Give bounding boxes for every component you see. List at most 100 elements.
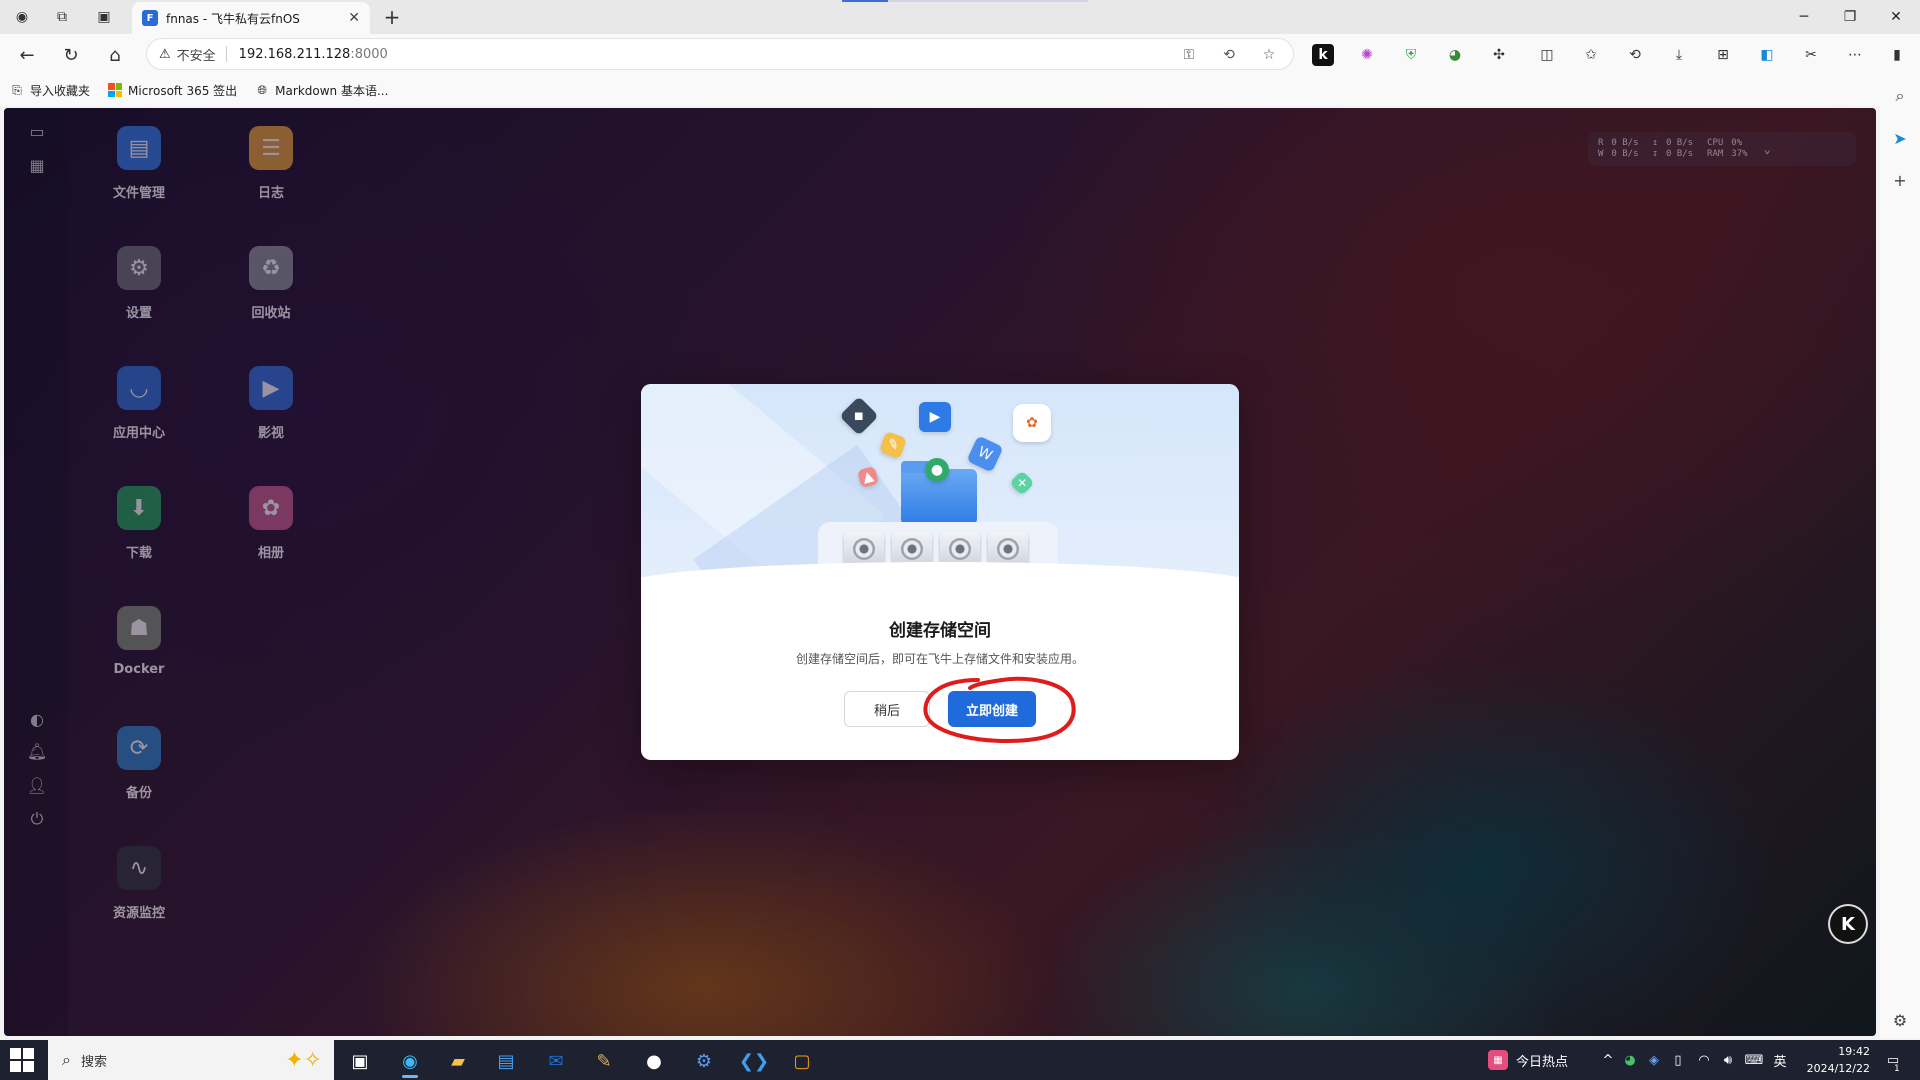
- bookmark-import[interactable]: ⎘ 导入收藏夹: [10, 82, 90, 99]
- tray-shield-icon[interactable]: ◈: [1644, 1050, 1664, 1070]
- split-screen-icon[interactable]: ◫: [1536, 44, 1558, 66]
- microsoft-store-icon[interactable]: ▤: [486, 1044, 526, 1078]
- github-icon[interactable]: ●: [634, 1044, 674, 1078]
- taskbar-search-box[interactable]: ⌕ 搜索 ✦✧: [48, 1040, 334, 1080]
- disk-labels: R W: [1598, 138, 1603, 160]
- system-monitor-widget[interactable]: R W 0 B/s 0 B/s ↥ ↧ 0 B/s 0 B/s CPU RAM …: [1588, 132, 1856, 166]
- apps-icon[interactable]: ⊞: [1712, 44, 1734, 66]
- tray-usb-icon[interactable]: ▯: [1668, 1050, 1688, 1070]
- vmware-icon[interactable]: ▢: [782, 1044, 822, 1078]
- chevron-down-icon[interactable]: ⌄: [1764, 142, 1771, 156]
- power-icon[interactable]: ⏻: [24, 806, 50, 832]
- tray-app-icon[interactable]: ◕: [1620, 1050, 1640, 1070]
- app-download[interactable]: ⬇ 下载: [84, 486, 194, 561]
- refresh-button[interactable]: ↻: [58, 42, 84, 68]
- profile-avatar-icon[interactable]: ◉: [10, 5, 34, 29]
- read-label: R: [1598, 138, 1604, 148]
- history-icon[interactable]: ⟲: [1624, 44, 1646, 66]
- app-docker[interactable]: ☗ Docker: [84, 606, 194, 677]
- tab-fnnas[interactable]: F fnnas - 飞牛私有云fnOS ✕: [132, 2, 370, 34]
- app-recycle-bin[interactable]: ♻ 回收站: [216, 246, 326, 321]
- system-clock[interactable]: 19:42 2024/12/22: [1790, 1043, 1870, 1077]
- sidebar-toggle-icon[interactable]: ▮: [1886, 44, 1908, 66]
- bell-icon[interactable]: 🔔︎: [24, 738, 50, 764]
- bookmark-microsoft365[interactable]: Microsoft 365 签出: [108, 82, 237, 99]
- restore-button[interactable]: ❐: [1832, 4, 1868, 30]
- net-rates: 0 B/s 0 B/s: [1666, 138, 1693, 160]
- loading-bar: [842, 0, 1088, 2]
- search-placeholder: 搜索: [80, 1054, 107, 1070]
- net-arrows: ↥ ↧: [1653, 138, 1658, 160]
- password-key-icon[interactable]: ⚿: [1179, 45, 1199, 65]
- screenshot-icon[interactable]: ✂: [1800, 44, 1822, 66]
- sparkle-icon: ✦✧: [285, 1047, 322, 1073]
- later-button[interactable]: 稍后: [844, 691, 930, 727]
- vscode-icon[interactable]: ❮❯: [734, 1044, 774, 1078]
- k-extension-icon[interactable]: k: [1312, 44, 1334, 66]
- tab-title: fnnas - 飞牛私有云fnOS: [166, 11, 300, 26]
- file-explorer-icon[interactable]: ▰: [438, 1044, 478, 1078]
- sidebar-add-icon[interactable]: +: [1888, 168, 1912, 192]
- windows-start-icon[interactable]: [10, 1048, 34, 1072]
- address-divider: [225, 46, 227, 62]
- globe-extension-icon[interactable]: ◕: [1444, 44, 1466, 66]
- copilot-extension-icon[interactable]: ✺: [1356, 44, 1378, 66]
- app-settings[interactable]: ⚙ 设置: [84, 246, 194, 321]
- favorite-star-icon[interactable]: ☆: [1259, 45, 1279, 65]
- explorer-tool-icon[interactable]: ✎: [584, 1044, 624, 1078]
- home-button[interactable]: ⌂: [102, 42, 128, 68]
- tab-close-icon[interactable]: ✕: [348, 10, 360, 26]
- url-host: 192.168.211.128: [238, 46, 351, 62]
- app-photos[interactable]: ✿ 相册: [216, 486, 326, 561]
- app-store[interactable]: ◡ 应用中心: [84, 366, 194, 441]
- address-bar[interactable]: ⚠ 不安全 192.168.211.128 :8000 ⚿ ⟲ ☆: [146, 38, 1294, 70]
- notification-center-icon[interactable]: ▭: [1882, 1050, 1904, 1070]
- app-label: 设置: [125, 306, 152, 321]
- task-view-icon[interactable]: ▣: [340, 1044, 380, 1078]
- sidebar-settings-icon[interactable]: ⚙: [1888, 1008, 1912, 1032]
- close-window-button[interactable]: ✕: [1878, 4, 1914, 30]
- settings-app-icon[interactable]: ⚙: [684, 1044, 724, 1078]
- downloads-icon[interactable]: ⤓: [1668, 44, 1690, 66]
- user-icon[interactable]: 👤︎: [24, 772, 50, 798]
- edge-drop-icon[interactable]: ◧: [1756, 44, 1778, 66]
- ime-indicator[interactable]: 英: [1770, 1050, 1790, 1070]
- sidebar-search-icon[interactable]: ⌕: [1888, 84, 1912, 108]
- app-logs[interactable]: ☰ 日志: [216, 126, 326, 201]
- security-label[interactable]: 不安全: [177, 45, 216, 64]
- vertical-tabs-icon[interactable]: ▣: [92, 5, 116, 29]
- minimize-button[interactable]: ─: [1786, 4, 1822, 30]
- shield-extension-icon[interactable]: ⛨: [1400, 44, 1422, 66]
- app-file-manager[interactable]: ▤ 文件管理: [84, 126, 194, 201]
- dialog-title: 创建存储空间: [889, 621, 991, 641]
- app-launcher-icon[interactable]: ▦: [24, 152, 50, 178]
- outlook-icon[interactable]: ✉: [536, 1044, 576, 1078]
- backup-icon: ⟳: [117, 726, 161, 770]
- tray-chevron-up-icon[interactable]: ^: [1598, 1050, 1618, 1070]
- app-video[interactable]: ▶ 影视: [216, 366, 326, 441]
- volume-icon[interactable]: 🔊︎: [1718, 1050, 1738, 1070]
- app-backup[interactable]: ⟳ 备份: [84, 726, 194, 801]
- bookmark-markdown[interactable]: 🌐︎ Markdown 基本语...: [255, 82, 388, 99]
- download-rate: 0 B/s: [1665, 149, 1694, 159]
- wifi-icon[interactable]: ◠: [1694, 1050, 1714, 1070]
- keyboard-icon[interactable]: ⌨: [1744, 1050, 1764, 1070]
- app-resource-monitor[interactable]: ∿ 资源监控: [84, 846, 194, 921]
- favorites-icon[interactable]: ✩: [1580, 44, 1602, 66]
- todays-hot-widget[interactable]: ▦ 今日热点: [1488, 1048, 1568, 1072]
- app-label: 文件管理: [112, 186, 165, 201]
- new-tab-button[interactable]: +: [380, 5, 404, 29]
- recycle-bin-icon: ♻: [249, 246, 293, 290]
- back-button[interactable]: ←: [14, 42, 40, 68]
- translate-icon[interactable]: ⟲: [1219, 45, 1239, 65]
- create-now-button[interactable]: 立即创建: [948, 691, 1036, 727]
- telegram-icon[interactable]: ➤: [1888, 126, 1912, 150]
- workspaces-icon[interactable]: ⧉: [50, 5, 74, 29]
- edge-browser-icon[interactable]: ◉: [390, 1044, 430, 1078]
- extensions-icon[interactable]: ✣: [1488, 44, 1510, 66]
- network-icon[interactable]: ◐: [24, 706, 50, 732]
- desktop-icon[interactable]: ▭: [24, 118, 50, 144]
- k-floating-badge[interactable]: K: [1828, 904, 1868, 944]
- warning-icon[interactable]: ⚠: [159, 47, 171, 62]
- more-menu-icon[interactable]: ⋯: [1844, 44, 1866, 66]
